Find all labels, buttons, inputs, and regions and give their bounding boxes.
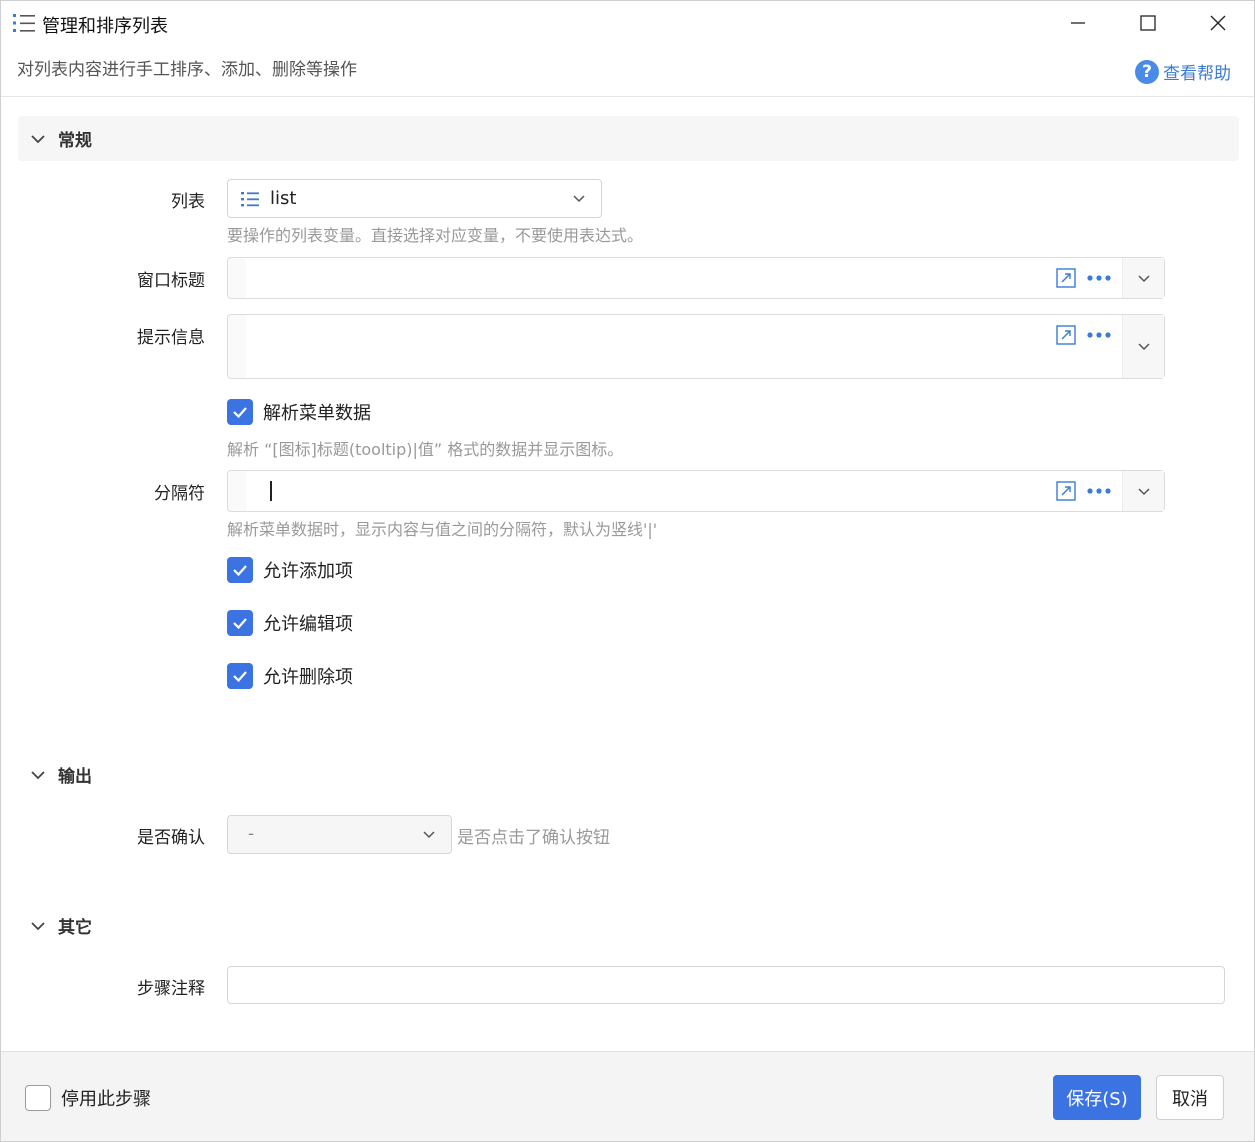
close-icon bbox=[1210, 15, 1226, 31]
section-general-header[interactable]: 常规 bbox=[18, 116, 1239, 161]
chevron-down-icon bbox=[573, 195, 585, 203]
separator-dropdown[interactable] bbox=[1122, 471, 1164, 511]
checkbox-checked[interactable] bbox=[227, 557, 253, 583]
section-general-title: 常规 bbox=[58, 131, 92, 151]
parse-menu-checkbox[interactable]: 解析菜单数据 bbox=[227, 399, 371, 425]
parse-menu-hint: 解析 “[图标]标题(tooltip)|值” 格式的数据并显示图标。 bbox=[227, 440, 624, 459]
minimize-button[interactable] bbox=[1043, 1, 1113, 45]
disable-step-checkbox[interactable]: 停用此步骤 bbox=[25, 1085, 151, 1111]
question-icon: ? bbox=[1135, 59, 1159, 84]
list-icon bbox=[241, 191, 259, 206]
expand-editor-icon[interactable] bbox=[1056, 481, 1076, 501]
prompt-input[interactable] bbox=[246, 315, 1122, 378]
allow-delete-label: 允许删除项 bbox=[263, 667, 353, 688]
dialog-subtitle: 对列表内容进行手工排序、添加、删除等操作 bbox=[17, 60, 357, 80]
chevron-down-icon bbox=[1138, 488, 1150, 496]
separator-input[interactable] bbox=[246, 471, 1122, 511]
separator-hint: 解析菜单数据时，显示内容与值之间的分隔符，默认为竖线'|' bbox=[227, 520, 658, 539]
checkmark-icon bbox=[233, 407, 247, 419]
cancel-button[interactable]: 取消 bbox=[1156, 1075, 1224, 1120]
confirmed-select-value: - bbox=[248, 824, 255, 844]
dialog-footer: 停用此步骤 保存(S) 取消 bbox=[1, 1051, 1254, 1141]
separator-field[interactable] bbox=[227, 470, 1165, 512]
maximize-button[interactable] bbox=[1113, 1, 1183, 45]
window-title: 管理和排序列表 bbox=[42, 16, 168, 37]
list-select[interactable]: list bbox=[227, 179, 602, 218]
chevron-down-icon bbox=[31, 921, 45, 930]
more-options-icon[interactable] bbox=[1085, 325, 1113, 345]
header-divider bbox=[1, 96, 1254, 97]
window-title-input[interactable] bbox=[246, 258, 1122, 298]
more-options-icon[interactable] bbox=[1085, 268, 1113, 288]
chevron-down-icon bbox=[1138, 275, 1150, 283]
window-title-field[interactable] bbox=[227, 257, 1165, 299]
chevron-down-icon bbox=[31, 134, 45, 143]
checkbox-checked[interactable] bbox=[227, 399, 253, 425]
parse-menu-label: 解析菜单数据 bbox=[263, 403, 371, 424]
more-options-icon[interactable] bbox=[1085, 481, 1113, 501]
confirmed-label: 是否确认 bbox=[137, 828, 205, 848]
prompt-label: 提示信息 bbox=[137, 328, 205, 348]
list-select-value: list bbox=[270, 188, 297, 209]
text-cursor bbox=[270, 481, 272, 501]
checkmark-icon bbox=[233, 565, 247, 577]
step-note-label: 步骤注释 bbox=[137, 979, 205, 999]
expand-editor-icon[interactable] bbox=[1056, 268, 1076, 288]
dialog-window: 管理和排序列表 对列表内容进行手工排序、添加、删除等操作 ? 查看帮助 常规 列… bbox=[0, 0, 1255, 1142]
confirmed-hint: 是否点击了确认按钮 bbox=[457, 828, 610, 848]
section-output-header[interactable]: 输出 bbox=[18, 752, 1239, 797]
checkbox-unchecked[interactable] bbox=[25, 1085, 51, 1111]
chevron-down-icon bbox=[1138, 343, 1150, 351]
allow-edit-checkbox[interactable]: 允许编辑项 bbox=[227, 610, 353, 636]
list-app-icon bbox=[13, 14, 35, 32]
window-title-dropdown[interactable] bbox=[1122, 258, 1164, 298]
help-label: 查看帮助 bbox=[1163, 64, 1231, 84]
confirmed-select[interactable]: - bbox=[227, 815, 452, 854]
help-link[interactable]: ? 查看帮助 bbox=[1135, 59, 1231, 84]
allow-delete-checkbox[interactable]: 允许删除项 bbox=[227, 663, 353, 689]
prompt-dropdown[interactable] bbox=[1122, 315, 1164, 378]
section-output-title: 输出 bbox=[58, 767, 92, 787]
save-button[interactable]: 保存(S) bbox=[1053, 1075, 1141, 1120]
checkmark-icon bbox=[233, 618, 247, 630]
prompt-field[interactable] bbox=[227, 314, 1165, 379]
chevron-down-icon bbox=[31, 770, 45, 779]
checkbox-checked[interactable] bbox=[227, 663, 253, 689]
list-hint: 要操作的列表变量。直接选择对应变量，不要使用表达式。 bbox=[227, 226, 644, 245]
section-other-title: 其它 bbox=[58, 918, 92, 938]
section-other-header[interactable]: 其它 bbox=[18, 903, 1239, 948]
title-bar: 管理和排序列表 bbox=[1, 1, 1254, 45]
checkbox-checked[interactable] bbox=[227, 610, 253, 636]
window-title-label: 窗口标题 bbox=[137, 271, 205, 291]
allow-add-checkbox[interactable]: 允许添加项 bbox=[227, 557, 353, 583]
expand-editor-icon[interactable] bbox=[1056, 325, 1076, 345]
separator-label: 分隔符 bbox=[154, 484, 205, 504]
close-button[interactable] bbox=[1183, 1, 1253, 45]
list-label: 列表 bbox=[171, 192, 205, 212]
allow-add-label: 允许添加项 bbox=[263, 561, 353, 582]
disable-step-label: 停用此步骤 bbox=[61, 1089, 151, 1110]
chevron-down-icon bbox=[423, 831, 435, 839]
checkmark-icon bbox=[233, 671, 247, 683]
step-note-input[interactable] bbox=[227, 966, 1225, 1004]
maximize-icon bbox=[1140, 15, 1156, 31]
allow-edit-label: 允许编辑项 bbox=[263, 614, 353, 635]
minimize-icon bbox=[1071, 22, 1085, 24]
